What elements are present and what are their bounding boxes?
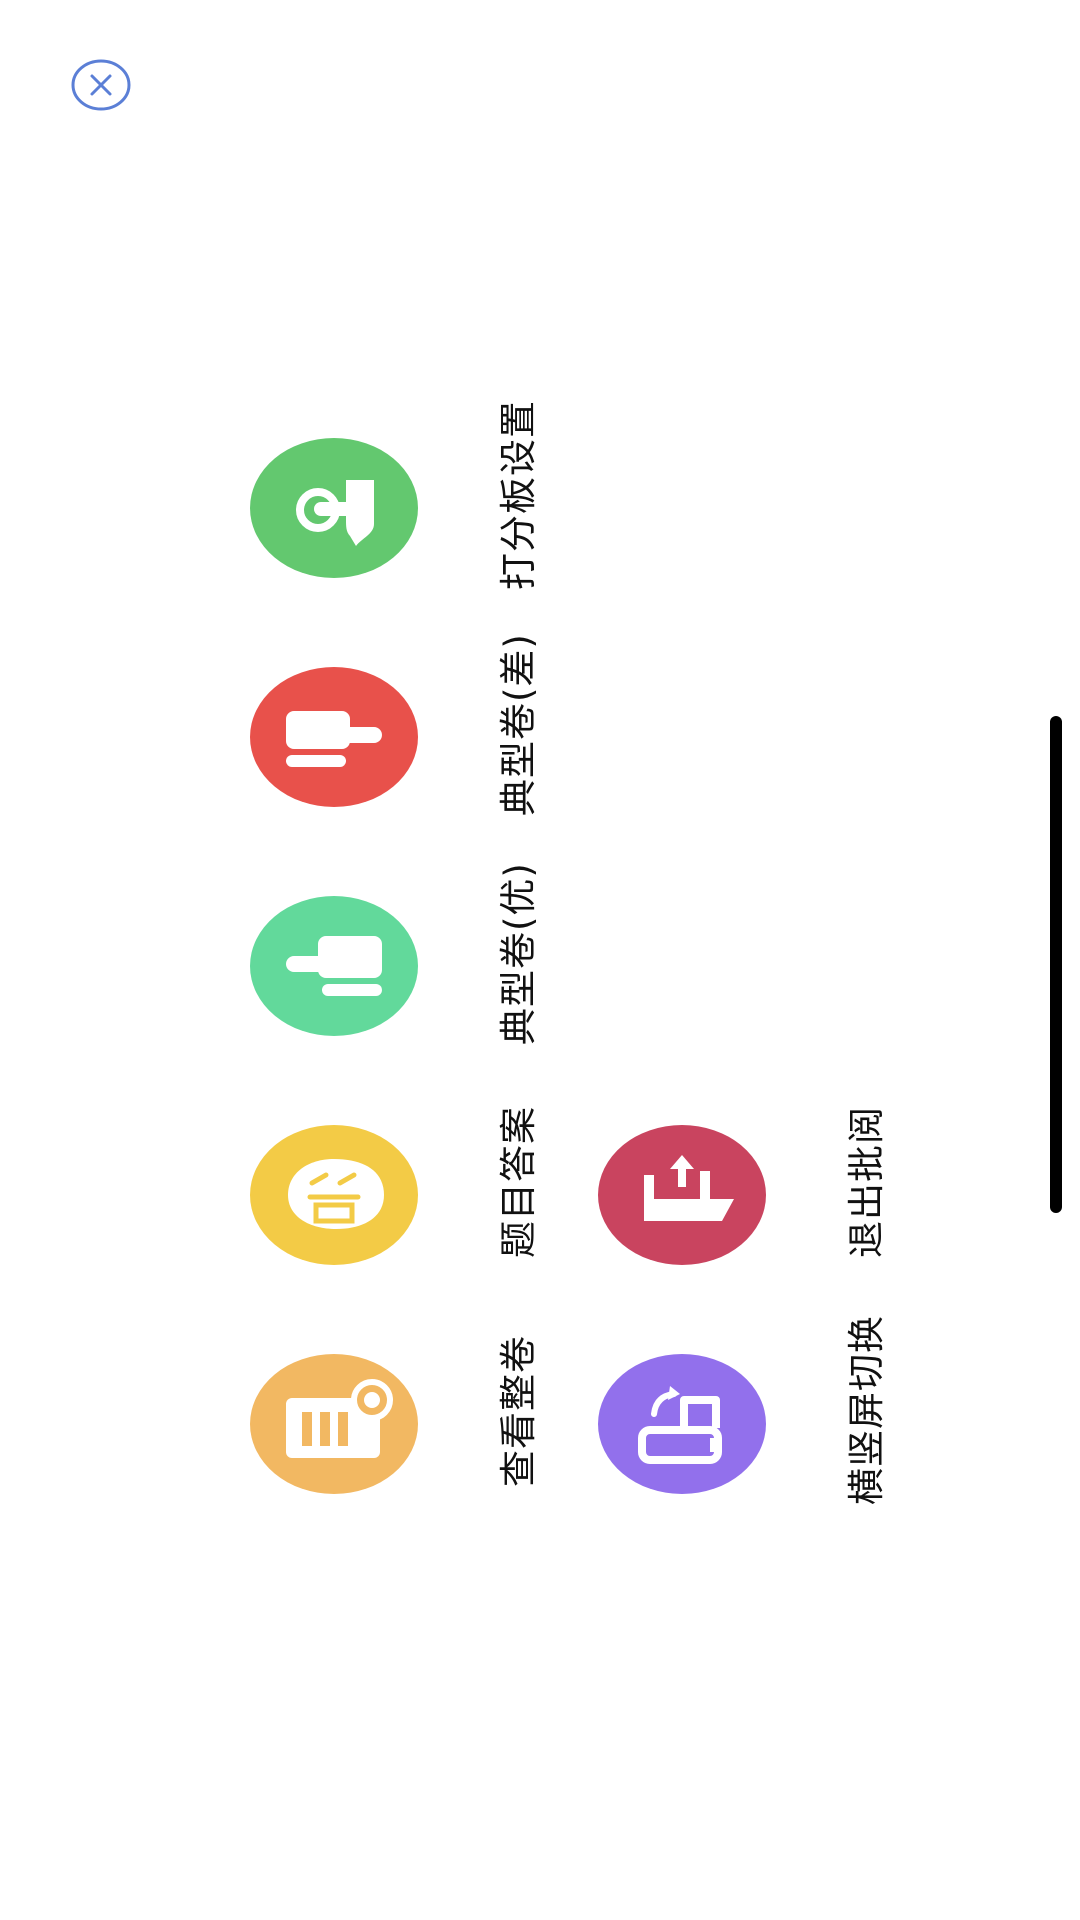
menu-label-typical-paper-poor: 典型卷(差) bbox=[497, 633, 540, 816]
menu-item-exit-review[interactable] bbox=[598, 1125, 766, 1265]
menu-label-view-whole-paper: 查看整卷 bbox=[497, 1335, 540, 1487]
menu-label-scoreboard-settings: 打分板设置 bbox=[497, 400, 540, 590]
menu-item-scoreboard-settings[interactable] bbox=[250, 438, 418, 578]
menu-label-orientation-switch: 横竖屏切换 bbox=[845, 1315, 888, 1505]
answer-bubble-icon bbox=[288, 1159, 384, 1229]
exit-review-button[interactable] bbox=[598, 1125, 766, 1265]
close-button[interactable] bbox=[71, 59, 131, 111]
menu-item-view-whole-paper[interactable] bbox=[250, 1354, 418, 1494]
scroll-indicator[interactable] bbox=[1050, 716, 1062, 1213]
menu-item-question-answer[interactable] bbox=[250, 1125, 418, 1265]
thumb-down-icon bbox=[286, 711, 382, 767]
view-whole-paper-button[interactable] bbox=[250, 1354, 418, 1494]
menu-item-typical-paper-good[interactable] bbox=[250, 896, 418, 1036]
paper-view-icon bbox=[286, 1379, 393, 1458]
scoreboard-settings-button[interactable] bbox=[250, 438, 418, 578]
typical-paper-poor-button[interactable] bbox=[250, 667, 418, 807]
exit-upload-icon bbox=[644, 1155, 734, 1221]
menu-item-orientation-switch[interactable] bbox=[598, 1354, 766, 1494]
close-icon bbox=[71, 59, 131, 111]
rotate-screen-icon bbox=[638, 1386, 722, 1464]
menu-label-typical-paper-good: 典型卷(优) bbox=[497, 862, 540, 1045]
menu-label-exit-review: 退出批阅 bbox=[845, 1106, 888, 1258]
typical-paper-good-button[interactable] bbox=[250, 896, 418, 1036]
tap-hand-icon bbox=[296, 480, 374, 546]
orientation-switch-button[interactable] bbox=[598, 1354, 766, 1494]
question-answer-button[interactable] bbox=[250, 1125, 418, 1265]
thumb-up-icon bbox=[286, 936, 382, 996]
menu-label-question-answer: 题目答案 bbox=[497, 1106, 540, 1258]
menu-item-typical-paper-poor[interactable] bbox=[250, 667, 418, 807]
